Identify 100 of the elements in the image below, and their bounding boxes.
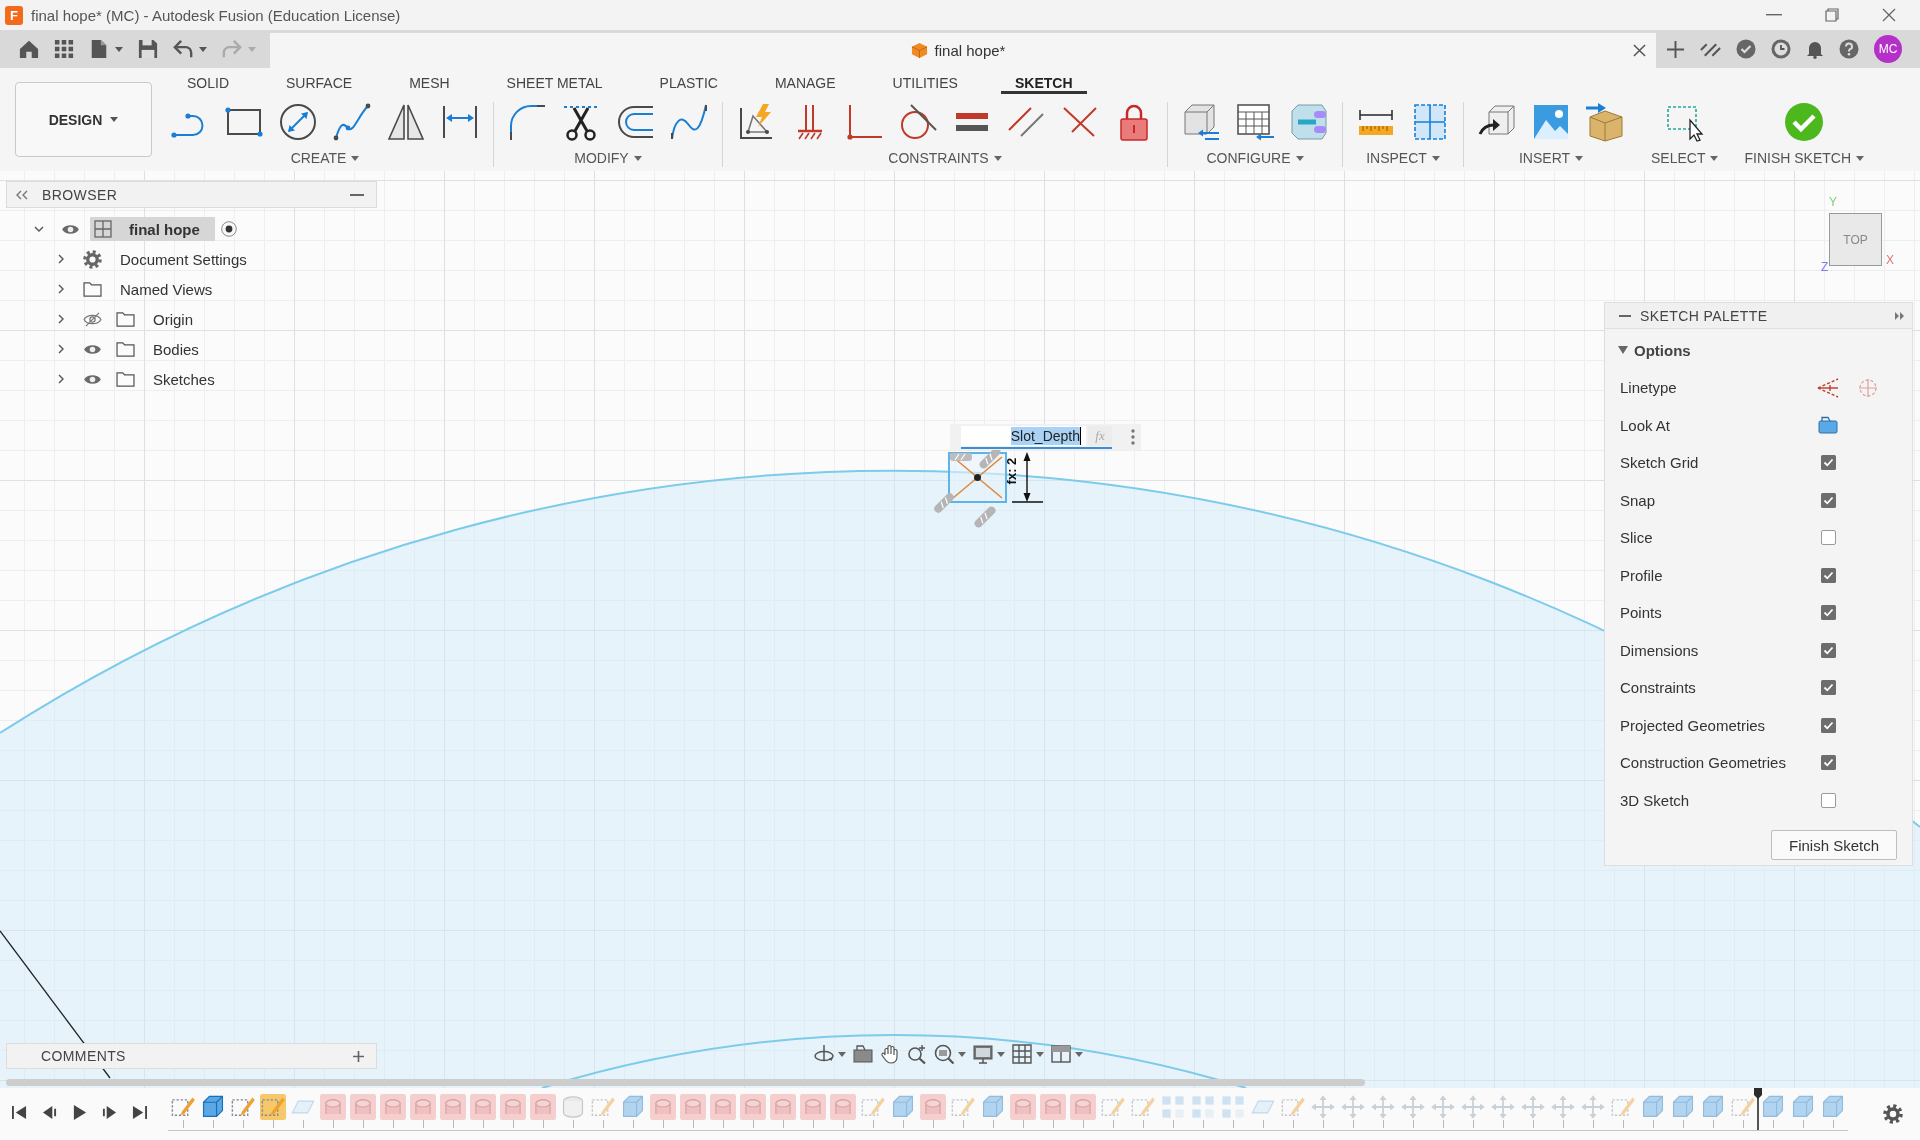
checkbox[interactable] xyxy=(1820,455,1836,471)
caret-icon[interactable] xyxy=(1431,155,1440,161)
eye-off-icon[interactable] xyxy=(83,311,102,327)
chevron-down-icon[interactable] xyxy=(34,226,44,232)
viewports-icon[interactable] xyxy=(1051,1044,1071,1064)
workspace-button[interactable]: DESIGN xyxy=(15,82,152,157)
chevron-right-icon[interactable] xyxy=(58,314,64,324)
caret-icon[interactable] xyxy=(1295,155,1304,161)
tree-item-label[interactable]: final hope xyxy=(129,220,200,238)
checkbox[interactable] xyxy=(1820,755,1836,771)
dimension-input[interactable]: Slot_Depth xyxy=(961,426,1086,446)
zoom-window-icon[interactable] xyxy=(934,1044,954,1064)
undo-icon[interactable] xyxy=(173,39,193,59)
timeline-marker[interactable] xyxy=(1754,1088,1762,1130)
slash-lines-icon[interactable] xyxy=(1700,41,1721,57)
ribbon-tab[interactable]: MESH xyxy=(395,72,464,94)
save-icon[interactable] xyxy=(138,39,158,59)
checkbox[interactable] xyxy=(1820,680,1836,696)
section-toggle[interactable]: Options xyxy=(1605,337,1912,363)
caret-icon[interactable] xyxy=(633,155,642,161)
skip-end-icon[interactable] xyxy=(132,1105,147,1120)
document-tab-title[interactable]: final hope* xyxy=(934,42,1006,59)
ribbon-tab[interactable]: SOLID xyxy=(173,72,243,94)
double-chevron-icon[interactable] xyxy=(1894,311,1904,320)
caret-icon[interactable] xyxy=(1075,1051,1083,1057)
radio-icon[interactable] xyxy=(220,221,237,237)
minus-icon[interactable] xyxy=(350,193,364,196)
tool-group-menu[interactable]: SELECT xyxy=(1651,149,1719,167)
restore-icon[interactable] xyxy=(1825,8,1839,22)
caret-icon[interactable] xyxy=(1856,155,1865,161)
ribbon-tab[interactable]: SURFACE xyxy=(272,72,367,94)
help-icon[interactable] xyxy=(1839,39,1859,59)
ribbon-tab[interactable]: MANAGE xyxy=(760,72,850,94)
circle-icon[interactable] xyxy=(278,102,318,142)
caret-icon[interactable] xyxy=(838,1051,846,1057)
chevron-right-icon[interactable] xyxy=(58,254,64,264)
caret-icon[interactable] xyxy=(110,117,119,122)
tool-group-menu[interactable]: MODIFY xyxy=(574,149,642,167)
checkbox[interactable] xyxy=(1820,642,1836,658)
ribbon-tab[interactable]: PLASTIC xyxy=(645,72,732,94)
tool-group-menu[interactable]: INSPECT xyxy=(1366,149,1440,167)
chevron-right-icon[interactable] xyxy=(58,284,64,294)
checkbox[interactable] xyxy=(1820,605,1836,621)
caret-icon[interactable] xyxy=(997,1051,1005,1057)
ribbon-tab[interactable]: SHEET METAL xyxy=(492,72,617,94)
spline-icon[interactable] xyxy=(332,102,372,142)
tangent-icon[interactable] xyxy=(898,102,938,142)
mirror-icon[interactable] xyxy=(386,102,426,142)
caret-icon[interactable] xyxy=(115,46,123,52)
construction-lines-icon[interactable] xyxy=(1817,377,1839,398)
step-forward-icon[interactable] xyxy=(102,1105,117,1120)
triangle-down-icon[interactable] xyxy=(1618,345,1628,355)
caret-icon[interactable] xyxy=(199,46,207,52)
minimize-icon[interactable] xyxy=(1766,14,1782,16)
ribbon-tab[interactable]: SKETCH xyxy=(1000,72,1087,94)
more-icon[interactable] xyxy=(1131,429,1135,445)
grid-icon[interactable] xyxy=(54,39,74,59)
checkbox[interactable] xyxy=(1820,792,1836,808)
bell-icon[interactable] xyxy=(1806,39,1824,59)
caret-icon[interactable] xyxy=(1036,1051,1044,1057)
checkbox[interactable] xyxy=(1820,567,1836,583)
fillet-icon[interactable] xyxy=(507,102,547,142)
grid-icon[interactable] xyxy=(1012,1044,1032,1064)
tool-group-menu[interactable]: CONSTRAINTS xyxy=(888,149,1002,167)
collapse-icon[interactable] xyxy=(16,189,28,200)
home-icon[interactable] xyxy=(19,39,39,59)
eye-icon[interactable] xyxy=(61,222,80,236)
tool-group-menu[interactable]: CONFIGURE xyxy=(1206,149,1304,167)
user-avatar[interactable]: MC xyxy=(1874,35,1902,63)
checkbox[interactable] xyxy=(1820,717,1836,733)
table-icon[interactable] xyxy=(1235,102,1275,142)
tree-item-label[interactable]: Sketches xyxy=(153,370,215,388)
hand-icon[interactable] xyxy=(880,1044,900,1064)
checkbox[interactable] xyxy=(1820,492,1836,508)
check-circle-icon[interactable] xyxy=(1784,102,1825,142)
skip-start-icon[interactable] xyxy=(12,1105,27,1120)
chevron-right-icon[interactable] xyxy=(58,374,64,384)
file-icon[interactable] xyxy=(89,39,109,59)
ribbon-tab[interactable]: UTILITIES xyxy=(878,72,972,94)
zoom-icon[interactable] xyxy=(907,1044,927,1064)
check-circle-icon[interactable] xyxy=(1736,39,1756,59)
caret-icon[interactable] xyxy=(351,155,360,161)
finish-sketch-button[interactable]: Finish Sketch xyxy=(1771,830,1897,860)
caret-icon[interactable] xyxy=(993,155,1002,161)
checkbox[interactable] xyxy=(1820,530,1836,546)
cube-arrows-icon[interactable] xyxy=(1181,102,1221,142)
chevron-right-icon[interactable] xyxy=(58,344,64,354)
panel-slider-icon[interactable] xyxy=(1289,102,1329,142)
tree-item-label[interactable]: Named Views xyxy=(120,280,213,298)
image-icon[interactable] xyxy=(1531,102,1571,142)
plus-icon[interactable] xyxy=(1666,39,1685,59)
tool-group-menu[interactable]: FINISH SKETCH xyxy=(1744,149,1865,167)
settings-icon[interactable] xyxy=(1883,1104,1903,1124)
eye-icon[interactable] xyxy=(83,372,102,386)
play-icon[interactable] xyxy=(72,1105,87,1120)
cube-icon[interactable] xyxy=(200,1094,226,1120)
scroll-bar[interactable] xyxy=(6,1079,1365,1086)
box-arrow-icon[interactable] xyxy=(1585,102,1625,142)
orbit-icon[interactable] xyxy=(814,1044,834,1064)
tree-item-label[interactable]: Bodies xyxy=(153,340,199,358)
